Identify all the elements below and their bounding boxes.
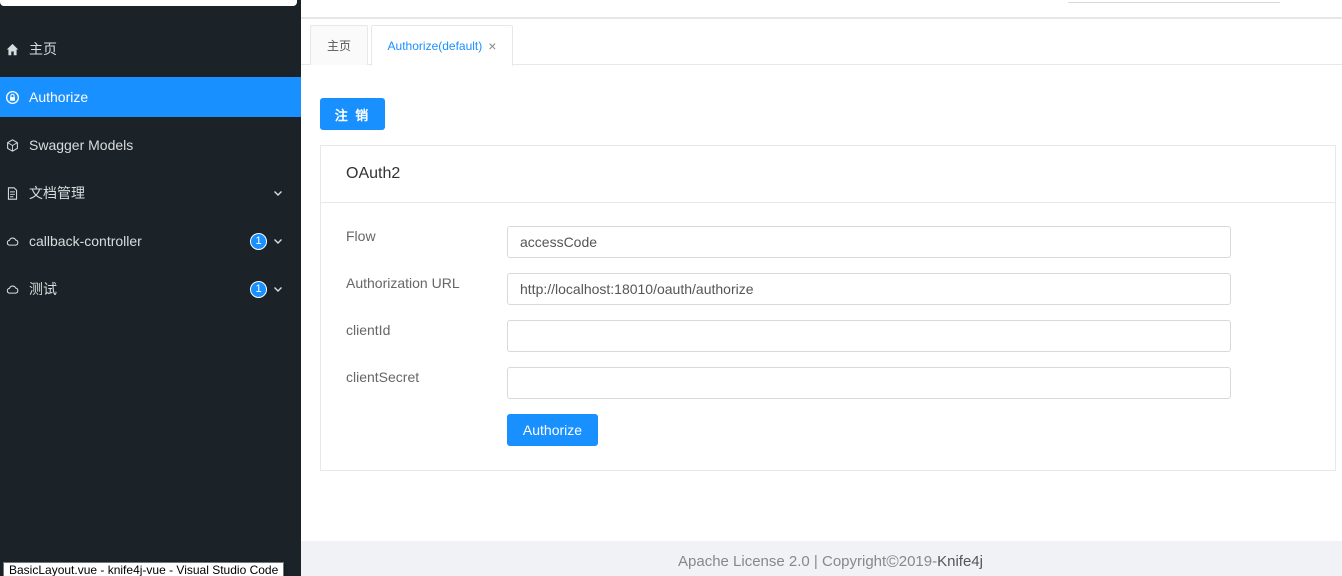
sidebar-item-label: 文档管理 <box>29 185 85 201</box>
home-icon <box>6 43 19 56</box>
document-icon <box>6 186 19 200</box>
footer: Apache License 2.0 | Copyright © 2019- K… <box>301 541 1342 576</box>
sidebar-item-label: Authorize <box>29 89 89 105</box>
sidebar-item-doc-management[interactable]: 文档管理 <box>0 173 301 213</box>
close-icon[interactable]: × <box>488 39 496 53</box>
count-badge: 1 <box>250 280 267 298</box>
sidebar-search-box[interactable] <box>0 0 297 6</box>
flow-label: Flow <box>346 228 376 244</box>
sidebar-item-swagger-models[interactable]: Swagger Models <box>0 125 301 165</box>
chevron-down-icon <box>273 188 283 198</box>
sidebar-item-label: Swagger Models <box>29 137 134 153</box>
footer-brand: Knife4j <box>937 553 983 570</box>
sidebar-item-callback-controller[interactable]: callback-controller 1 <box>0 221 301 261</box>
authorization-url-field[interactable] <box>507 273 1231 305</box>
form-row-flow: Flow <box>321 226 1335 258</box>
sidebar-item-test[interactable]: 测试 1 <box>0 269 301 309</box>
copyright-icon: © <box>886 551 899 571</box>
sidebar-item-label: 主页 <box>29 41 57 57</box>
sidebar-item-label: 测试 <box>29 281 57 297</box>
chevron-down-icon <box>273 284 283 294</box>
sidebar-item-label: callback-controller <box>29 233 142 249</box>
count-badge: 1 <box>250 232 267 250</box>
sidebar-item-home[interactable]: 主页 <box>0 29 301 69</box>
tab-bar: 主页 Authorize(default) × <box>301 25 1342 66</box>
main-content: 主页 Authorize(default) × 注 销 OAuth2 Flow … <box>301 19 1342 541</box>
client-secret-field[interactable] <box>507 367 1231 399</box>
footer-license: Apache License 2.0 | Copyright <box>678 553 887 570</box>
code-sandbox-icon <box>6 138 19 152</box>
client-secret-label: clientSecret <box>346 369 420 385</box>
tab-label: Authorize(default) <box>387 39 483 53</box>
card-title: OAuth2 <box>321 146 1335 203</box>
chevron-down-icon <box>273 236 283 246</box>
top-header <box>301 0 1342 18</box>
client-id-label: clientId <box>346 322 391 338</box>
cloud-icon <box>6 235 19 248</box>
cloud-icon <box>6 283 19 296</box>
footer-year: 2019- <box>898 553 938 570</box>
tab-label: 主页 <box>326 39 351 53</box>
form-row-client-id: clientId <box>321 320 1335 352</box>
authorization-url-label: Authorization URL <box>346 275 460 291</box>
os-window-tooltip: BasicLayout.vue - knife4j-vue - Visual S… <box>3 562 285 576</box>
sidebar: 主页 Authorize Swagger Models 文档管理 callbac… <box>0 0 301 576</box>
client-id-field[interactable] <box>507 320 1231 352</box>
authorize-button[interactable]: Authorize <box>507 414 598 446</box>
flow-field[interactable] <box>507 226 1231 258</box>
tab-home[interactable]: 主页 <box>310 25 368 65</box>
lock-icon <box>6 90 19 104</box>
form-row-authorization-url: Authorization URL <box>321 273 1335 305</box>
sidebar-item-authorize[interactable]: Authorize <box>0 77 301 117</box>
logout-button[interactable]: 注 销 <box>320 98 385 130</box>
form-row-client-secret: clientSecret <box>321 367 1335 399</box>
tab-authorize[interactable]: Authorize(default) × <box>371 25 513 66</box>
oauth2-card: OAuth2 Flow Authorization URL clientId c… <box>320 145 1336 471</box>
header-search-field[interactable] <box>1068 0 1280 3</box>
